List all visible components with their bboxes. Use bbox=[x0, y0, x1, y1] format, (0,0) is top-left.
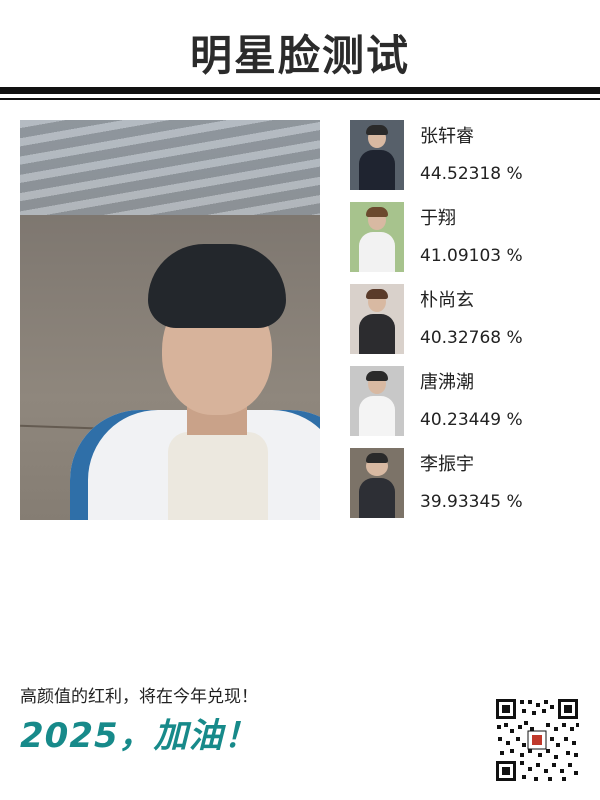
celebrity-thumbnail bbox=[350, 448, 404, 518]
qr-code[interactable] bbox=[494, 697, 580, 783]
celebrity-name: 朴尚玄 bbox=[420, 290, 474, 311]
similarity-score: 44.52318 % bbox=[420, 164, 523, 184]
celebrity-name: 张轩睿 bbox=[420, 126, 474, 147]
title-divider-thin bbox=[0, 98, 600, 100]
celebrity-thumbnail bbox=[350, 120, 404, 190]
match-result-5[interactable]: 李振宇 39.93345 % bbox=[350, 448, 590, 518]
celebrity-name: 唐沸潮 bbox=[420, 372, 474, 393]
celebrity-thumbnail bbox=[350, 284, 404, 354]
title-divider-thick bbox=[0, 87, 600, 94]
slogan-text: 2025，加油！ bbox=[20, 716, 259, 756]
celebrity-name: 李振宇 bbox=[420, 454, 474, 475]
match-result-2[interactable]: 于翔 41.09103 % bbox=[350, 202, 590, 272]
qr-code-graphic bbox=[494, 697, 580, 783]
celebrity-name: 于翔 bbox=[420, 208, 456, 229]
photo-shirt bbox=[168, 432, 268, 520]
uploaded-face-photo bbox=[20, 120, 320, 520]
match-result-1[interactable]: 张轩睿 44.52318 % bbox=[350, 120, 590, 190]
celebrity-thumbnail bbox=[350, 366, 404, 436]
similarity-score: 40.23449 % bbox=[420, 410, 523, 430]
celebrity-thumbnail bbox=[350, 202, 404, 272]
match-result-4[interactable]: 唐沸潮 40.23449 % bbox=[350, 366, 590, 436]
photo-roof-area bbox=[20, 120, 320, 215]
page-title: 明星脸测试 bbox=[189, 31, 410, 80]
similarity-score: 41.09103 % bbox=[420, 246, 523, 266]
match-result-3[interactable]: 朴尚玄 40.32768 % bbox=[350, 284, 590, 354]
photo-hair bbox=[148, 244, 286, 328]
similarity-score: 40.32768 % bbox=[420, 328, 523, 348]
similarity-score: 39.93345 % bbox=[420, 492, 523, 512]
promo-text: 高颜值的红利，将在今年兑现！ bbox=[20, 687, 258, 707]
